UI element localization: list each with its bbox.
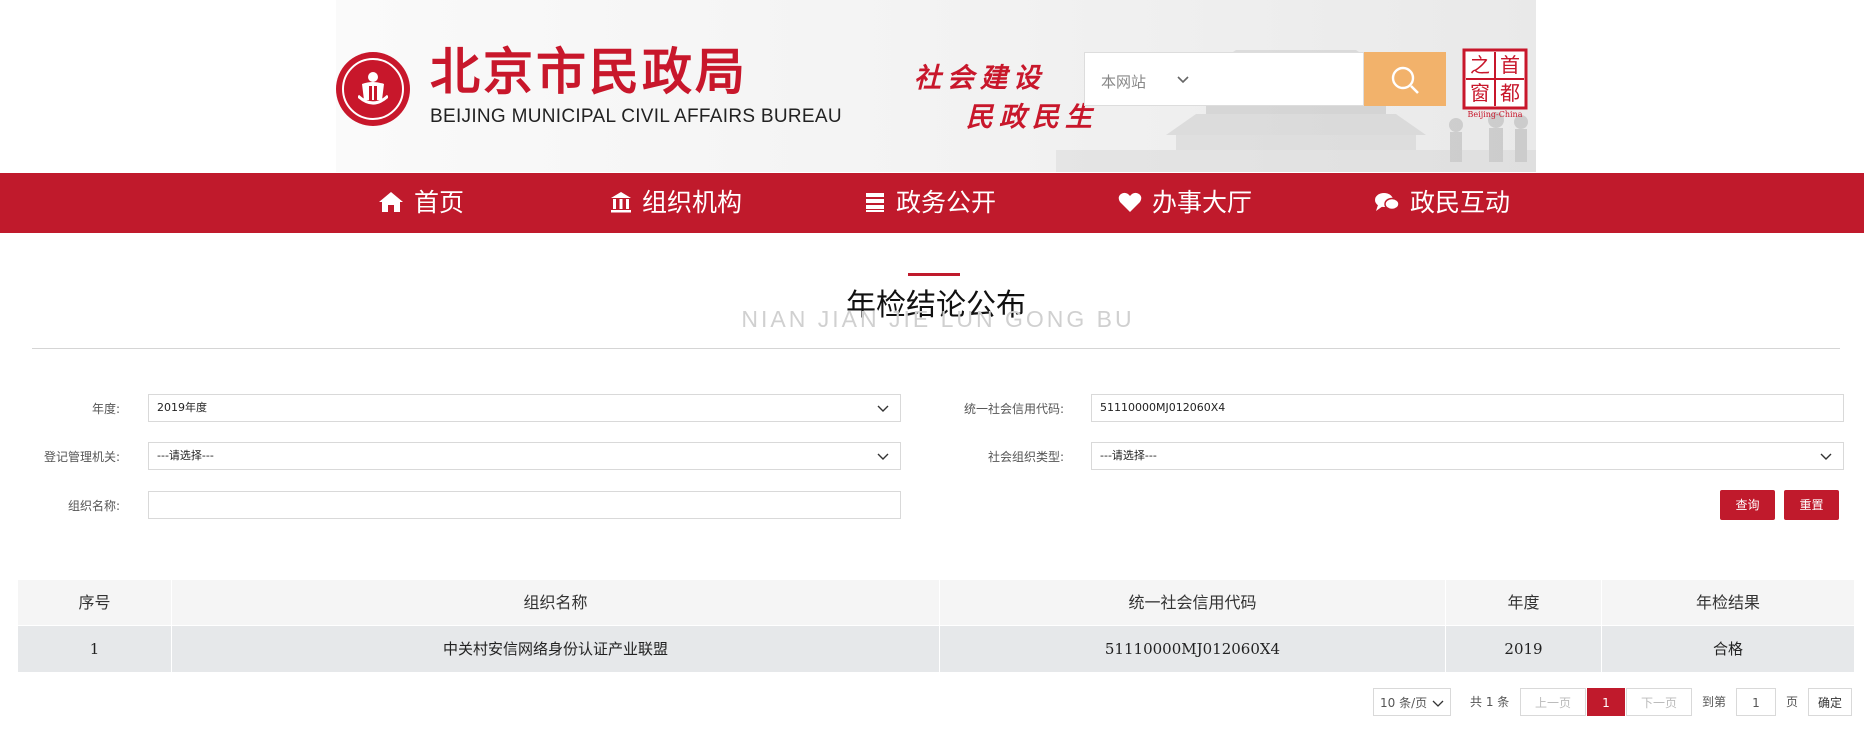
org-type-select-value: ---请选择--- xyxy=(1100,449,1157,462)
nav-item-home[interactable]: 首页 xyxy=(378,173,464,233)
next-page-button[interactable]: 下一页 xyxy=(1626,688,1692,716)
year-select[interactable]: 2019年度 xyxy=(148,394,901,422)
chevron-down-icon xyxy=(877,405,889,412)
search-button[interactable] xyxy=(1364,52,1446,106)
column-header: 统一社会信用代码 xyxy=(940,580,1446,625)
title-divider xyxy=(32,348,1840,349)
table-row[interactable]: 1 中关村安信网络身份认证产业联盟 51110000MJ012060X4 201… xyxy=(18,626,1854,672)
goto-label: 到第 xyxy=(1702,695,1727,709)
cell-credit-code: 51110000MJ012060X4 xyxy=(940,626,1446,672)
site-header: 北京市民政局 BEIJING MUNICIPAL CIVIL AFFAIRS B… xyxy=(0,0,1864,172)
nav-item-government-affairs[interactable]: 政务公开 xyxy=(864,173,996,233)
query-button[interactable]: 查询 xyxy=(1720,490,1775,520)
column-header: 年度 xyxy=(1446,580,1602,625)
page-size-select[interactable]: 10 条/页 xyxy=(1373,688,1451,716)
column-header: 序号 xyxy=(18,580,172,625)
cell-result: 合格 xyxy=(1712,640,1743,658)
org-type-label: 社会组织类型: xyxy=(987,450,1064,464)
year-label: 年度: xyxy=(91,402,120,416)
page-unit-label: 页 xyxy=(1786,695,1799,709)
credit-code-value: 51110000MJ012060X4 xyxy=(1100,401,1226,414)
nav-label: 办事大厅 xyxy=(1152,188,1253,217)
credit-code-input[interactable]: 51110000MJ012060X4 xyxy=(1091,394,1844,422)
reset-button[interactable]: 重置 xyxy=(1784,490,1839,520)
title-accent-bar xyxy=(908,273,960,276)
search-input[interactable]: 本网站 xyxy=(1084,52,1364,106)
registry-select-value: ---请选择--- xyxy=(157,449,214,462)
org-name-input[interactable] xyxy=(148,491,901,519)
bureau-emblem-logo[interactable] xyxy=(336,52,410,126)
search-icon xyxy=(1391,66,1419,94)
nav-label: 首页 xyxy=(414,188,465,217)
heart-icon xyxy=(1118,192,1142,212)
credit-code-label: 统一社会信用代码: xyxy=(963,402,1064,416)
chevron-down-icon xyxy=(877,453,889,460)
cell-year: 2019 xyxy=(1446,626,1602,672)
institution-icon xyxy=(611,192,631,213)
nav-label: 组织机构 xyxy=(642,188,743,217)
book-icon xyxy=(866,193,884,212)
total-count: 共 1 条 xyxy=(1470,695,1510,709)
badge-char: 之 xyxy=(1470,53,1490,77)
registry-label: 登记管理机关: xyxy=(43,450,120,464)
cell-index: 1 xyxy=(18,626,172,672)
search-scope-select[interactable]: 本网站 xyxy=(1101,71,1146,92)
chevron-down-icon xyxy=(1432,700,1444,707)
nav-item-interaction[interactable]: 政民互动 xyxy=(1374,173,1510,233)
capital-window-badge[interactable]: 首 都 之 窗 Beijing-China xyxy=(1462,48,1528,120)
nav-item-organization[interactable]: 组织机构 xyxy=(610,173,742,233)
site-logo-title[interactable]: 北京市民政局 xyxy=(430,42,748,102)
page-subtitle: NIAN JIAN JIE LUN GONG BU xyxy=(741,306,1135,332)
org-type-select[interactable]: ---请选择--- xyxy=(1091,442,1844,470)
prev-page-button[interactable]: 上一页 xyxy=(1520,688,1586,716)
home-icon xyxy=(379,192,403,212)
nav-label: 政民互动 xyxy=(1410,188,1511,217)
slogan-line-2: 民政民生 xyxy=(966,102,1098,133)
goto-page-input[interactable]: 1 xyxy=(1736,688,1776,716)
page-size-value: 10 条/页 xyxy=(1380,696,1428,710)
nav-label: 政务公开 xyxy=(896,188,997,217)
column-header: 组织名称 xyxy=(172,580,940,625)
registry-select[interactable]: ---请选择--- xyxy=(148,442,901,470)
year-select-value: 2019年度 xyxy=(157,401,207,414)
page-number-current[interactable]: 1 xyxy=(1587,688,1625,716)
badge-char: 首 xyxy=(1500,53,1520,77)
column-header: 年检结果 xyxy=(1695,593,1760,612)
badge-char: 窗 xyxy=(1470,81,1490,105)
nav-item-service-hall[interactable]: 办事大厅 xyxy=(1118,173,1252,233)
main-nav: 首页 组织机构 政务公开 办事大厅 政民互动 xyxy=(0,173,1864,233)
chat-icon xyxy=(1375,193,1400,211)
cell-org-name: 中关村安信网络身份认证产业联盟 xyxy=(172,626,940,672)
site-logo-subtitle: BEIJING MUNICIPAL CIVIL AFFAIRS BUREAU xyxy=(430,106,842,127)
badge-english-text: Beijing-China xyxy=(1468,110,1523,119)
org-name-label: 组织名称: xyxy=(67,499,120,513)
badge-char: 都 xyxy=(1500,81,1520,105)
chevron-down-icon xyxy=(1820,453,1832,460)
goto-confirm-button[interactable]: 确定 xyxy=(1808,688,1852,716)
slogan-line-1: 社会建设 xyxy=(914,63,1046,94)
table-header-row: 序号 组织名称 统一社会信用代码 年度 年检结果 xyxy=(18,580,1854,625)
chevron-down-icon xyxy=(1177,76,1189,84)
